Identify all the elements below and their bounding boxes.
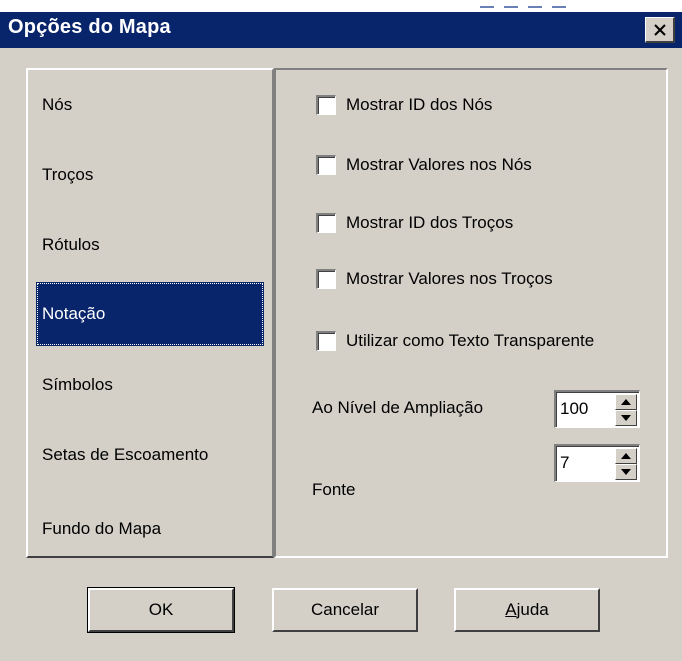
cancel-button[interactable]: Cancelar: [272, 588, 418, 632]
title-bar: Opções do Mapa: [0, 0, 682, 48]
nav-item-label: Símbolos: [42, 375, 113, 394]
font-label: Fonte: [312, 480, 356, 499]
zoom-level-label: Ao Nível de Ampliação: [312, 398, 484, 417]
help-label-rest: juda: [516, 600, 549, 619]
nav-item-label: Rótulos: [42, 235, 100, 254]
checkbox-label: Mostrar Valores nos Troços: [346, 269, 553, 288]
nav-item-setas-de-escoamento[interactable]: Setas de Escoamento: [36, 436, 264, 474]
nav-item-label: Setas de Escoamento: [42, 445, 209, 464]
close-button[interactable]: [645, 17, 675, 43]
window-title: Opções do Mapa: [8, 16, 171, 38]
arrow-down-icon: [621, 469, 631, 475]
spin-down-button[interactable]: [615, 464, 637, 480]
nav-item-simbolos[interactable]: Símbolos: [36, 366, 264, 404]
spin-up-button[interactable]: [615, 448, 637, 464]
checkbox-label: Mostrar ID dos Nós: [346, 95, 493, 114]
nav-item-notacao[interactable]: Notação: [36, 282, 264, 346]
nav-item-fundo-do-mapa[interactable]: Fundo do Mapa: [36, 510, 264, 548]
show-node-ids-option[interactable]: Mostrar ID dos Nós: [316, 92, 492, 118]
arrow-up-icon: [621, 453, 631, 459]
nav-item-label: Notação: [42, 304, 106, 323]
font-value[interactable]: 7: [560, 453, 569, 473]
spinner-arrows: [615, 394, 637, 426]
nav-item-trocos[interactable]: Troços: [36, 156, 264, 194]
arrow-up-icon: [621, 399, 631, 405]
nav-item-label: Fundo do Mapa: [42, 519, 162, 538]
checkbox-label: Mostrar Valores nos Nós: [346, 155, 532, 174]
checkbox-label: Utilizar como Texto Transparente: [346, 331, 595, 350]
cancel-button-label: Cancelar: [310, 600, 380, 619]
spin-up-button[interactable]: [615, 394, 637, 410]
arrow-down-icon: [621, 415, 631, 421]
show-node-ids-checkbox[interactable]: [316, 95, 336, 115]
show-link-values-option[interactable]: Mostrar Valores nos Troços: [316, 266, 553, 292]
show-link-ids-checkbox[interactable]: [316, 213, 336, 233]
transparent-text-checkbox[interactable]: [316, 331, 336, 351]
ok-button-label: OK: [148, 600, 174, 619]
ok-button[interactable]: OK: [87, 587, 235, 633]
show-node-values-checkbox[interactable]: [316, 155, 336, 175]
help-button[interactable]: Ajuda: [454, 588, 600, 632]
close-icon: [653, 23, 667, 36]
show-link-ids-option[interactable]: Mostrar ID dos Troços: [316, 210, 513, 236]
nav-item-label: Troços: [42, 165, 94, 184]
transparent-text-option[interactable]: Utilizar como Texto Transparente: [316, 328, 594, 354]
spinner-arrows: [615, 448, 637, 480]
zoom-level-value[interactable]: 100: [560, 399, 588, 419]
zoom-level-spinner[interactable]: 100: [554, 390, 640, 428]
category-list: Nós Troços Rótulos Notação Símbolos Seta…: [26, 68, 274, 558]
nav-item-nos[interactable]: Nós: [36, 86, 264, 124]
background-window-fragment: [480, 4, 590, 10]
notation-options-panel: Mostrar ID dos Nós Mostrar Valores nos N…: [274, 68, 668, 558]
show-node-values-option[interactable]: Mostrar Valores nos Nós: [316, 152, 532, 178]
font-spinner[interactable]: 7: [554, 444, 640, 482]
help-mnemonic: A: [505, 600, 517, 619]
help-button-label: Ajuda: [505, 600, 548, 620]
show-link-values-checkbox[interactable]: [316, 269, 336, 289]
checkbox-label: Mostrar ID dos Troços: [346, 213, 514, 232]
spin-down-button[interactable]: [615, 410, 637, 426]
nav-item-label: Nós: [42, 95, 73, 114]
nav-item-rotulos[interactable]: Rótulos: [36, 226, 264, 264]
